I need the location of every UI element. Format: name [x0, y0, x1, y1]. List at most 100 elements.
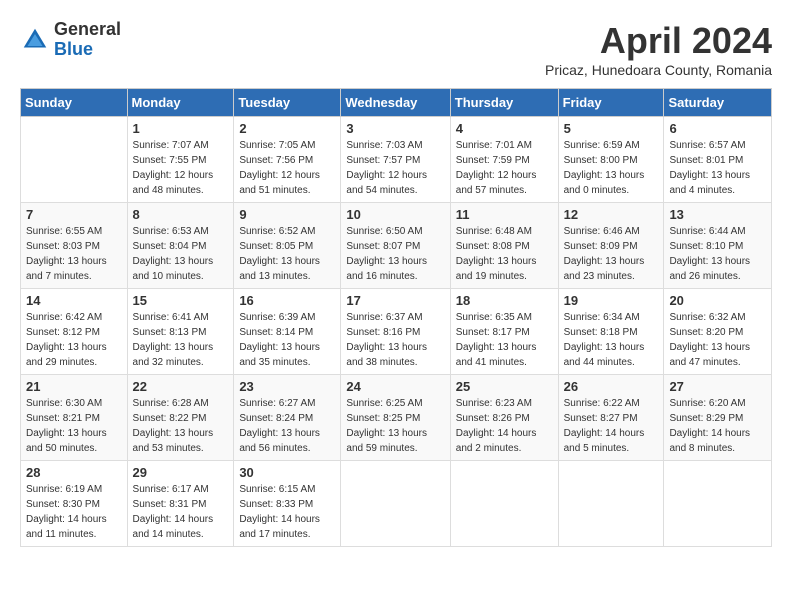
calendar-cell: 9 Sunrise: 6:52 AM Sunset: 8:05 PM Daylig… [234, 203, 341, 289]
calendar-cell: 29Sunrise: 6:17 AM Sunset: 8:31 PM Dayli… [127, 461, 234, 547]
day-info: Sunrise: 6:42 AM Sunset: 8:12 PM Dayligh… [26, 312, 107, 368]
day-info: Sunrise: 6:32 AM Sunset: 8:20 PM Dayligh… [669, 312, 750, 368]
calendar-week-3: 14 Sunrise: 6:42 AM Sunset: 8:12 PM Dayli… [21, 289, 772, 375]
month-title: April 2024 [545, 20, 772, 62]
day-info: Sunrise: 6:52 AM Sunset: 8:05 PM Dayligh… [239, 226, 320, 282]
day-number: 21 [26, 379, 122, 394]
calendar-cell: 2 Sunrise: 7:05 AM Sunset: 7:56 PM Daylig… [234, 117, 341, 203]
calendar-cell: 17 Sunrise: 6:37 AM Sunset: 8:16 PM Dayli… [341, 289, 450, 375]
calendar-cell: 26Sunrise: 6:22 AM Sunset: 8:27 PM Dayli… [558, 375, 664, 461]
weekday-header-wednesday: Wednesday [341, 89, 450, 117]
day-number: 17 [346, 293, 444, 308]
logo-text: General Blue [54, 20, 121, 60]
day-number: 25 [456, 379, 553, 394]
calendar-cell: 12 Sunrise: 6:46 AM Sunset: 8:09 PM Dayli… [558, 203, 664, 289]
calendar-cell: 15 Sunrise: 6:41 AM Sunset: 8:13 PM Dayli… [127, 289, 234, 375]
weekday-header-row: SundayMondayTuesdayWednesdayThursdayFrid… [21, 89, 772, 117]
day-number: 11 [456, 207, 553, 222]
day-info: Sunrise: 6:44 AM Sunset: 8:10 PM Dayligh… [669, 226, 750, 282]
day-info: Sunrise: 7:03 AM Sunset: 7:57 PM Dayligh… [346, 140, 427, 196]
day-info: Sunrise: 7:01 AM Sunset: 7:59 PM Dayligh… [456, 140, 537, 196]
title-block: April 2024 Pricaz, Hunedoara County, Rom… [545, 20, 772, 78]
day-info: Sunrise: 6:39 AM Sunset: 8:14 PM Dayligh… [239, 312, 320, 368]
day-number: 27 [669, 379, 766, 394]
day-info: Sunrise: 6:41 AM Sunset: 8:13 PM Dayligh… [133, 312, 214, 368]
calendar-cell [21, 117, 128, 203]
calendar-cell: 22 Sunrise: 6:28 AM Sunset: 8:22 PM Dayli… [127, 375, 234, 461]
day-number: 2 [239, 121, 335, 136]
calendar-cell: 13 Sunrise: 6:44 AM Sunset: 8:10 PM Dayli… [664, 203, 772, 289]
day-number: 12 [564, 207, 659, 222]
logo-general-text: General [54, 20, 121, 40]
calendar-cell: 16 Sunrise: 6:39 AM Sunset: 8:14 PM Dayli… [234, 289, 341, 375]
day-info: Sunrise: 6:35 AM Sunset: 8:17 PM Dayligh… [456, 312, 537, 368]
calendar-cell: 4 Sunrise: 7:01 AM Sunset: 7:59 PM Daylig… [450, 117, 558, 203]
day-number: 24 [346, 379, 444, 394]
calendar-header: SundayMondayTuesdayWednesdayThursdayFrid… [21, 89, 772, 117]
day-info: Sunrise: 6:48 AM Sunset: 8:08 PM Dayligh… [456, 226, 537, 282]
calendar-cell: 19Sunrise: 6:34 AM Sunset: 8:18 PM Dayli… [558, 289, 664, 375]
day-number: 7 [26, 207, 122, 222]
day-number: 23 [239, 379, 335, 394]
day-info: Sunrise: 7:07 AM Sunset: 7:55 PM Dayligh… [133, 140, 214, 196]
weekday-header-tuesday: Tuesday [234, 89, 341, 117]
day-number: 18 [456, 293, 553, 308]
calendar-cell: 11 Sunrise: 6:48 AM Sunset: 8:08 PM Dayli… [450, 203, 558, 289]
calendar-cell: 25 Sunrise: 6:23 AM Sunset: 8:26 PM Dayli… [450, 375, 558, 461]
day-info: Sunrise: 6:25 AM Sunset: 8:25 PM Dayligh… [346, 398, 427, 454]
day-number: 13 [669, 207, 766, 222]
calendar-week-2: 7 Sunrise: 6:55 AM Sunset: 8:03 PM Daylig… [21, 203, 772, 289]
calendar-cell: 14 Sunrise: 6:42 AM Sunset: 8:12 PM Dayli… [21, 289, 128, 375]
day-number: 3 [346, 121, 444, 136]
day-info: Sunrise: 6:19 AM Sunset: 8:30 PM Dayligh… [26, 484, 107, 540]
calendar-week-1: 1Sunrise: 7:07 AM Sunset: 7:55 PM Daylig… [21, 117, 772, 203]
weekday-header-friday: Friday [558, 89, 664, 117]
day-info: Sunrise: 6:28 AM Sunset: 8:22 PM Dayligh… [133, 398, 214, 454]
calendar-cell: 5Sunrise: 6:59 AM Sunset: 8:00 PM Daylig… [558, 117, 664, 203]
calendar-cell: 28 Sunrise: 6:19 AM Sunset: 8:30 PM Dayli… [21, 461, 128, 547]
day-info: Sunrise: 6:23 AM Sunset: 8:26 PM Dayligh… [456, 398, 537, 454]
day-number: 16 [239, 293, 335, 308]
calendar-week-5: 28 Sunrise: 6:19 AM Sunset: 8:30 PM Dayli… [21, 461, 772, 547]
day-info: Sunrise: 6:46 AM Sunset: 8:09 PM Dayligh… [564, 226, 645, 282]
day-info: Sunrise: 6:27 AM Sunset: 8:24 PM Dayligh… [239, 398, 320, 454]
day-info: Sunrise: 6:53 AM Sunset: 8:04 PM Dayligh… [133, 226, 214, 282]
day-info: Sunrise: 6:20 AM Sunset: 8:29 PM Dayligh… [669, 398, 750, 454]
location-text: Pricaz, Hunedoara County, Romania [545, 62, 772, 78]
calendar-week-4: 21Sunrise: 6:30 AM Sunset: 8:21 PM Dayli… [21, 375, 772, 461]
day-info: Sunrise: 6:50 AM Sunset: 8:07 PM Dayligh… [346, 226, 427, 282]
day-number: 8 [133, 207, 229, 222]
calendar-cell: 18 Sunrise: 6:35 AM Sunset: 8:17 PM Dayli… [450, 289, 558, 375]
calendar-cell: 24 Sunrise: 6:25 AM Sunset: 8:25 PM Dayli… [341, 375, 450, 461]
calendar-cell [450, 461, 558, 547]
calendar-cell [664, 461, 772, 547]
weekday-header-thursday: Thursday [450, 89, 558, 117]
calendar-cell [341, 461, 450, 547]
calendar-cell: 8 Sunrise: 6:53 AM Sunset: 8:04 PM Daylig… [127, 203, 234, 289]
calendar-cell: 3 Sunrise: 7:03 AM Sunset: 7:57 PM Daylig… [341, 117, 450, 203]
calendar-cell: 1Sunrise: 7:07 AM Sunset: 7:55 PM Daylig… [127, 117, 234, 203]
calendar-cell: 30Sunrise: 6:15 AM Sunset: 8:33 PM Dayli… [234, 461, 341, 547]
logo-blue-text: Blue [54, 40, 121, 60]
weekday-header-saturday: Saturday [664, 89, 772, 117]
day-info: Sunrise: 6:57 AM Sunset: 8:01 PM Dayligh… [669, 140, 750, 196]
day-number: 28 [26, 465, 122, 480]
day-number: 10 [346, 207, 444, 222]
day-number: 22 [133, 379, 229, 394]
day-number: 4 [456, 121, 553, 136]
calendar-cell: 20 Sunrise: 6:32 AM Sunset: 8:20 PM Dayli… [664, 289, 772, 375]
day-number: 15 [133, 293, 229, 308]
day-info: Sunrise: 6:15 AM Sunset: 8:33 PM Dayligh… [239, 484, 320, 540]
day-info: Sunrise: 7:05 AM Sunset: 7:56 PM Dayligh… [239, 140, 320, 196]
day-number: 20 [669, 293, 766, 308]
day-info: Sunrise: 6:37 AM Sunset: 8:16 PM Dayligh… [346, 312, 427, 368]
weekday-header-sunday: Sunday [21, 89, 128, 117]
day-number: 26 [564, 379, 659, 394]
day-number: 9 [239, 207, 335, 222]
day-info: Sunrise: 6:55 AM Sunset: 8:03 PM Dayligh… [26, 226, 107, 282]
day-info: Sunrise: 6:59 AM Sunset: 8:00 PM Dayligh… [564, 140, 645, 196]
day-number: 14 [26, 293, 122, 308]
calendar-cell: 7 Sunrise: 6:55 AM Sunset: 8:03 PM Daylig… [21, 203, 128, 289]
logo: General Blue [20, 20, 121, 60]
calendar-cell [558, 461, 664, 547]
